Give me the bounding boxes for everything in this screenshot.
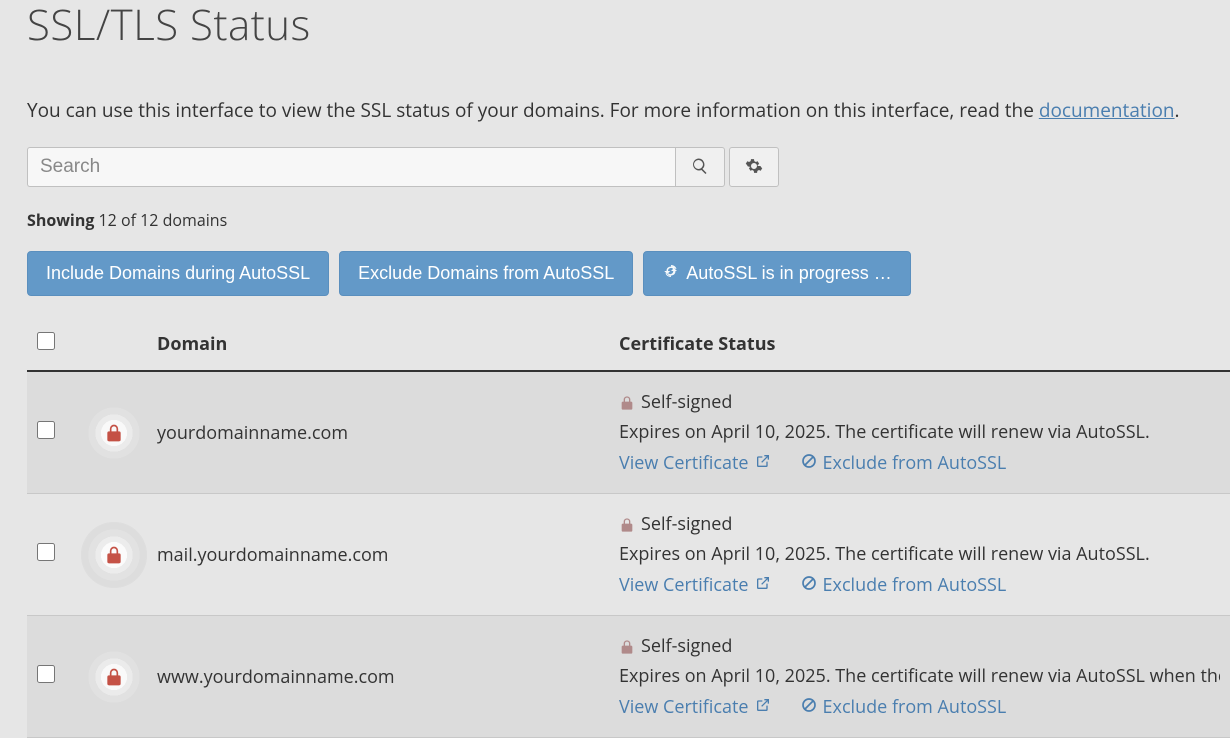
view-cert-label: View Certificate: [619, 695, 749, 719]
row-checkbox[interactable]: [37, 665, 55, 683]
documentation-link[interactable]: documentation: [1039, 97, 1175, 123]
lock-status-icon: [81, 522, 147, 588]
gear-icon: [745, 157, 763, 178]
view-cert-label: View Certificate: [619, 573, 749, 597]
external-link-icon: [755, 573, 771, 597]
external-link-icon: [755, 695, 771, 719]
page-title: SSL/TLS Status: [27, 0, 1230, 53]
lock-status-icon: [81, 400, 147, 466]
cert-expiry-text: Expires on April 10, 2025. The certifica…: [619, 420, 1220, 444]
include-domains-button[interactable]: Include Domains during AutoSSL: [27, 251, 329, 296]
showing-count: Showing 12 of 12 domains: [27, 209, 1230, 231]
search-icon: [691, 157, 709, 178]
exclude-autossl-link[interactable]: Exclude from AutoSSL: [801, 695, 1007, 719]
domain-name: mail.yourdomainname.com: [157, 543, 388, 567]
exclude-label: Exclude Domains from AutoSSL: [358, 263, 614, 284]
cert-status-cell: Self-signed Expires on April 10, 2025. T…: [609, 494, 1230, 616]
domain-name: yourdomainname.com: [157, 421, 348, 445]
cert-expiry-text: Expires on April 10, 2025. The certifica…: [619, 542, 1220, 566]
exclude-label: Exclude from AutoSSL: [823, 573, 1007, 597]
showing-text: 12 of 12 domains: [99, 209, 228, 231]
autossl-progress-button[interactable]: AutoSSL is in progress …: [643, 251, 910, 296]
domains-table: Domain Certificate Status yourdomainname…: [27, 318, 1230, 738]
select-all-checkbox[interactable]: [37, 332, 55, 350]
cert-expiry-text: Expires on April 10, 2025. The certifica…: [619, 664, 1220, 688]
showing-label: Showing: [27, 209, 94, 231]
intro-suffix: .: [1175, 97, 1180, 123]
search-input[interactable]: [27, 147, 675, 187]
view-certificate-link[interactable]: View Certificate: [619, 451, 771, 475]
action-buttons: Include Domains during AutoSSL Exclude D…: [27, 251, 1230, 296]
settings-button[interactable]: [729, 147, 779, 187]
exclude-label: Exclude from AutoSSL: [823, 695, 1007, 719]
search-row: [27, 147, 1230, 187]
cert-status-text: Self-signed: [641, 512, 732, 536]
lock-icon: [619, 512, 635, 536]
header-icon-col: [71, 318, 147, 371]
cert-status-text: Self-signed: [641, 390, 732, 414]
view-certificate-link[interactable]: View Certificate: [619, 695, 771, 719]
view-cert-label: View Certificate: [619, 451, 749, 475]
table-row: mail.yourdomainname.com Self-signed Expi…: [27, 494, 1230, 616]
domain-cell: yourdomainname.com: [147, 371, 609, 494]
exclude-autossl-link[interactable]: Exclude from AutoSSL: [801, 573, 1007, 597]
cert-status-cell: Self-signed Expires on April 10, 2025. T…: [609, 616, 1230, 738]
view-certificate-link[interactable]: View Certificate: [619, 573, 771, 597]
intro-prefix: You can use this interface to view the S…: [27, 97, 1039, 123]
header-cert-status: Certificate Status: [609, 318, 1230, 371]
prohibit-icon: [801, 573, 817, 597]
row-checkbox[interactable]: [37, 543, 55, 561]
include-label: Include Domains during AutoSSL: [46, 263, 310, 284]
lock-status-icon: [81, 644, 147, 710]
lock-icon: [619, 634, 635, 658]
prohibit-icon: [801, 695, 817, 719]
exclude-domains-button[interactable]: Exclude Domains from AutoSSL: [339, 251, 633, 296]
intro-text: You can use this interface to view the S…: [27, 97, 1230, 123]
domain-cell: mail.yourdomainname.com: [147, 494, 609, 616]
external-link-icon: [755, 451, 771, 475]
table-row: www.yourdomainname.com Self-signed Expir…: [27, 616, 1230, 738]
exclude-label: Exclude from AutoSSL: [823, 451, 1007, 475]
domain-name: www.yourdomainname.com: [157, 665, 395, 689]
header-domain: Domain: [147, 318, 609, 371]
autossl-label: AutoSSL is in progress …: [686, 263, 891, 284]
refresh-icon: [662, 262, 680, 285]
header-checkbox-col: [27, 318, 71, 371]
domain-cell: www.yourdomainname.com: [147, 616, 609, 738]
cert-status-cell: Self-signed Expires on April 10, 2025. T…: [609, 371, 1230, 494]
cert-status-text: Self-signed: [641, 634, 732, 658]
row-checkbox[interactable]: [37, 421, 55, 439]
prohibit-icon: [801, 451, 817, 475]
table-row: yourdomainname.com Self-signed Expires o…: [27, 371, 1230, 494]
search-button[interactable]: [675, 147, 725, 187]
exclude-autossl-link[interactable]: Exclude from AutoSSL: [801, 451, 1007, 475]
lock-icon: [619, 390, 635, 414]
